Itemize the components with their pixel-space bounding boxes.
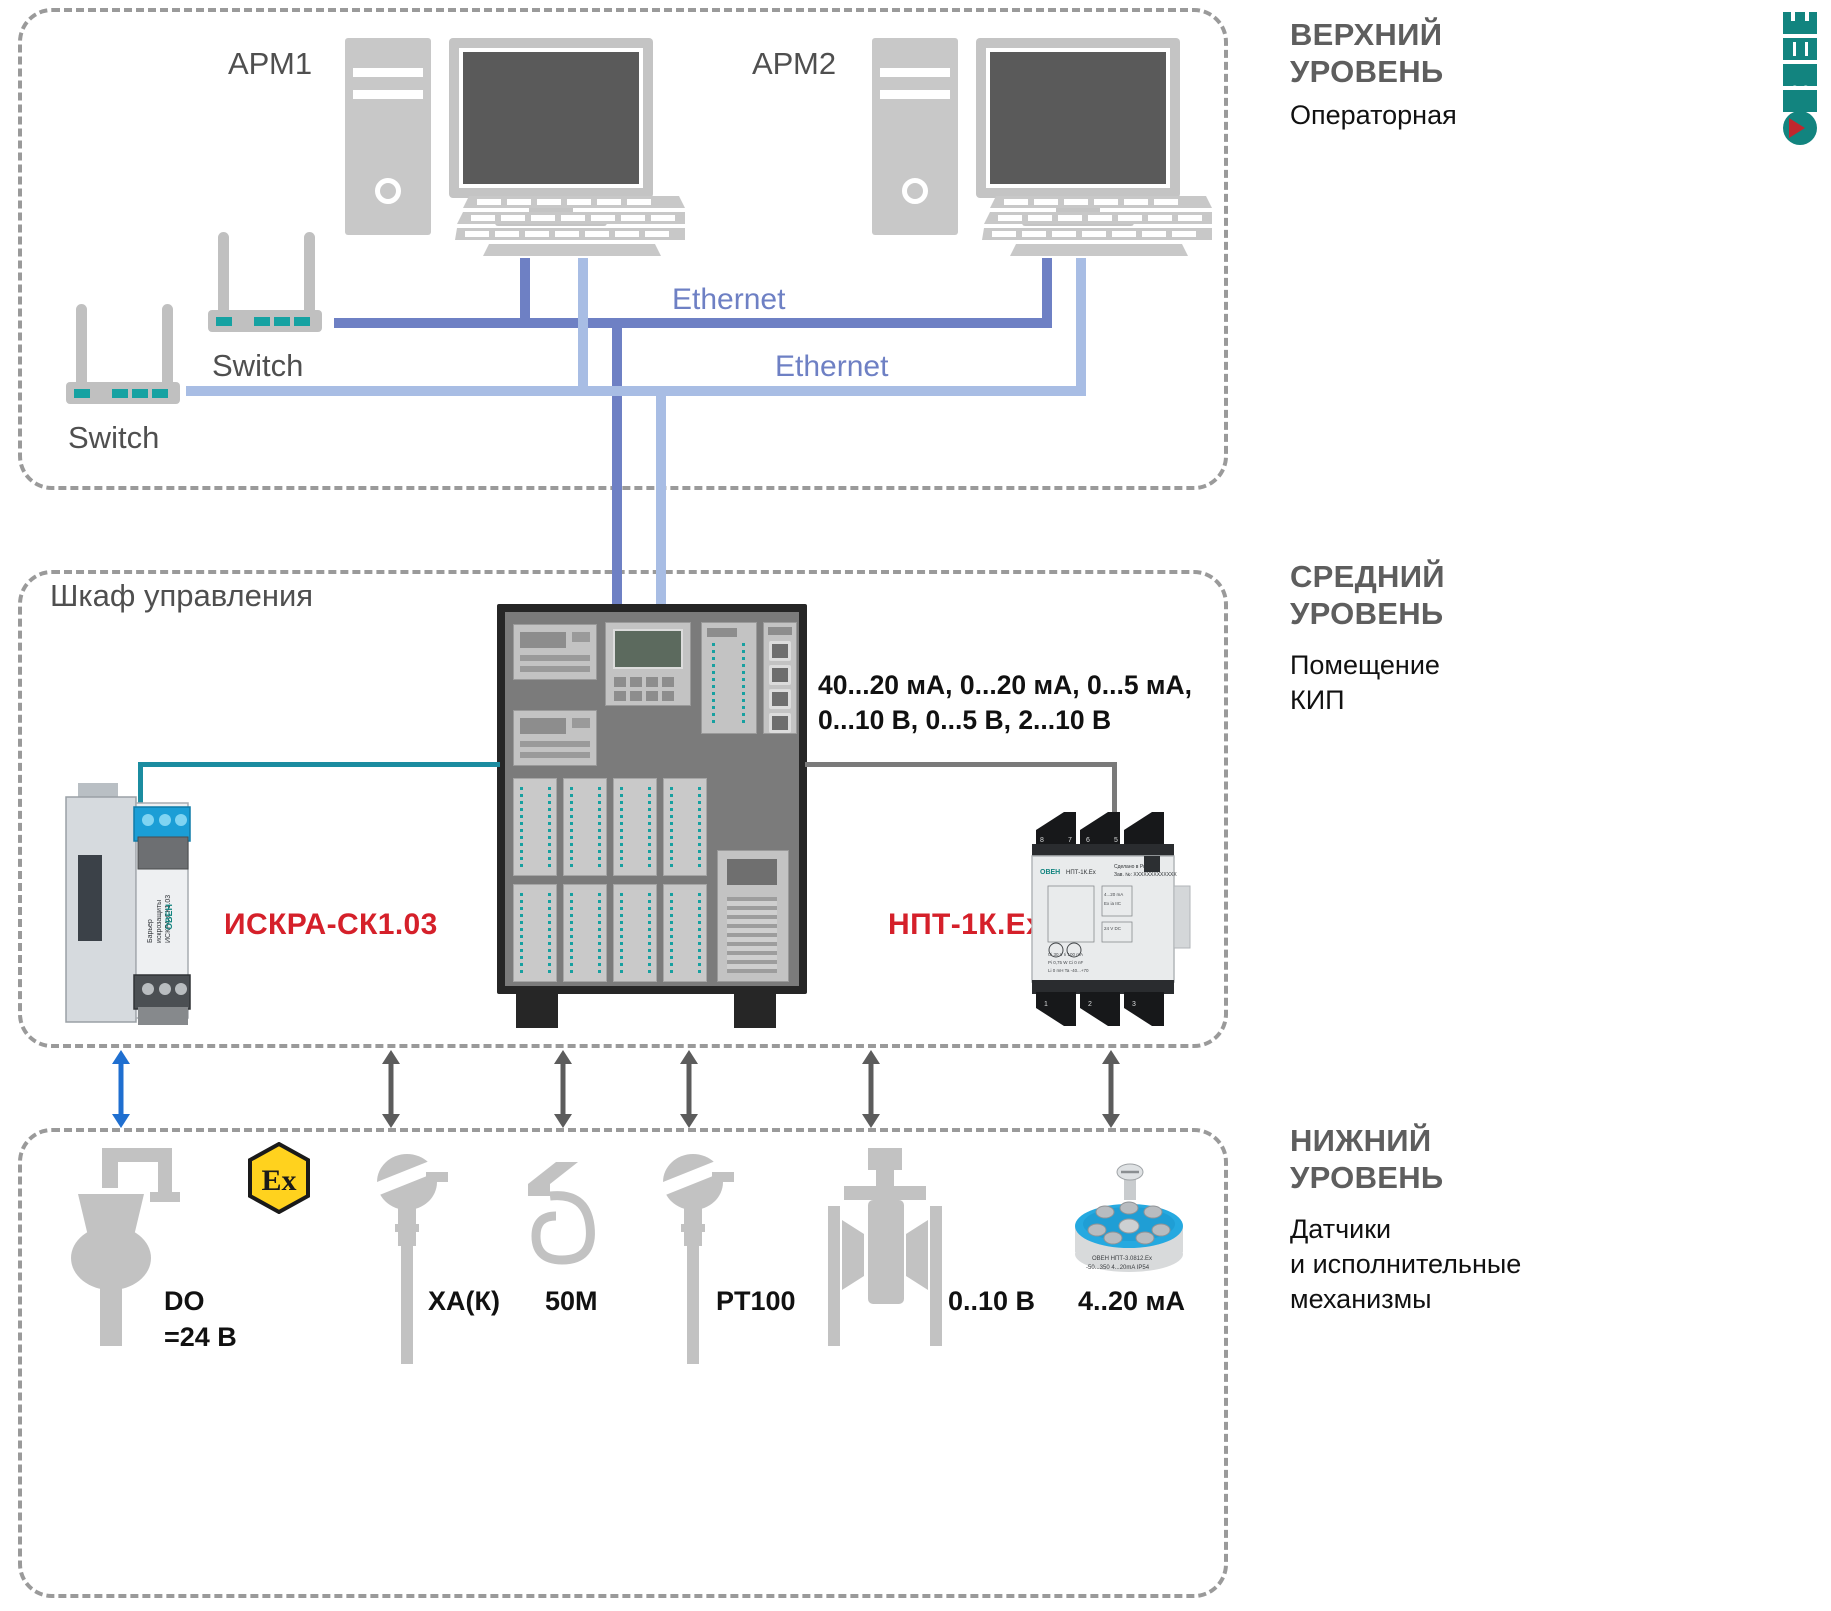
xak-label: ХА(К) — [428, 1286, 500, 1316]
keyboard-1-icon — [455, 196, 685, 256]
io-module — [613, 884, 657, 982]
pt100-label: PT100 — [716, 1286, 796, 1316]
coil-sensor-icon — [528, 1162, 595, 1265]
svg-text:8: 8 — [1040, 837, 1044, 844]
middle-level-subtitle-1: Помещение — [1290, 650, 1440, 680]
ethernet-bus-primary — [334, 318, 1052, 328]
workstation-1-label: АРМ1 — [228, 46, 313, 81]
svg-text:Pi 0,75 W Ci 0 nF: Pi 0,75 W Ci 0 nF — [1048, 960, 1084, 965]
cabinet-foot-left — [516, 994, 558, 1028]
middle-level-title-line1: СРЕДНИЙ — [1290, 559, 1445, 594]
pc-tower-icon — [872, 38, 958, 235]
workstation-2-label: АРМ2 — [752, 46, 837, 81]
ethernet-cable-pc2-down — [1042, 258, 1052, 324]
iskra-barrier-module: Барьер искрозащиты ИСКРА-СК1.03 ОВЕН — [65, 783, 191, 1025]
bottom-level-title-line2: УРОВЕНЬ — [1290, 1160, 1444, 1195]
ethernet-label-2: Ethernet — [775, 350, 889, 383]
ethernet-drop-to-cabinet-secondary — [656, 386, 666, 618]
cabinet-foot-right — [734, 994, 776, 1028]
control-cabinet-caption: Шкаф управления — [50, 578, 314, 613]
do-label-line1: DO — [164, 1286, 205, 1316]
npt-1k-ex-transmitter: ОВЕН НПТ-1К.Ех Сделано в России Зав. №: … — [1031, 812, 1191, 1026]
top-level-title-line2: УРОВЕНЬ — [1290, 54, 1444, 89]
head-transmitter-label: 4..20 мА — [1078, 1286, 1186, 1316]
bottom-level-subtitle-1: Датчики — [1290, 1214, 1392, 1244]
plc-rack — [701, 622, 757, 734]
barrier-to-cabinet-line-h — [138, 762, 500, 767]
svg-text:ОВЕН НПТ-3.0812.Ex: ОВЕН НПТ-3.0812.Ex — [1092, 1256, 1152, 1262]
50m-label: 50М — [545, 1286, 598, 1316]
link-arrow-xak — [382, 1050, 400, 1128]
valve-label: 0..10 В — [948, 1286, 1036, 1316]
hmi-panel-1 — [513, 624, 597, 680]
barrier-model-label: ИСКРА-СК1.03 — [224, 908, 438, 941]
bottom-level-subtitle-3: механизмы — [1290, 1284, 1432, 1314]
svg-text:Ex ia IIC: Ex ia IIC — [1104, 901, 1122, 906]
svg-text:5: 5 — [1114, 837, 1118, 844]
monitor-icon — [976, 38, 1180, 198]
ethernet-label-1: Ethernet — [672, 283, 786, 316]
ethernet-drop-to-cabinet-primary — [612, 318, 622, 618]
signal-ranges-line1: 40...20 мА, 0...20 мА, 0...5 мА, — [818, 670, 1193, 700]
top-level-title-line1: ВЕРХНИЙ — [1290, 17, 1443, 52]
bottom-level-subtitle-2: и исполнительные — [1290, 1249, 1522, 1279]
ethernet-cable-pc1-down — [520, 258, 530, 324]
control-valve-icon — [828, 1148, 942, 1346]
svg-text:2: 2 — [1088, 1001, 1092, 1008]
hmi-panel-2 — [513, 710, 597, 766]
io-module — [663, 884, 707, 982]
monitor-icon — [449, 38, 653, 198]
svg-text:24 V DC: 24 V DC — [1104, 926, 1122, 931]
io-module — [613, 778, 657, 876]
power-supply-unit — [717, 850, 789, 982]
ethernet-cable-pc1-down-secondary — [578, 258, 588, 388]
svg-text:3: 3 — [1132, 1001, 1136, 1008]
do-label-line2: =24 В — [164, 1322, 237, 1352]
io-module — [513, 778, 557, 876]
link-arrow-do — [112, 1050, 130, 1128]
head-transmitter-icon: ОВЕН НПТ-3.0812.Ex -50...350 4...20mA IP… — [1075, 1163, 1183, 1272]
top-level-subtitle: Операторная — [1290, 100, 1457, 130]
svg-text:Барьер: Барьер — [147, 919, 154, 943]
bottom-level-title-line1: НИЖНИЙ — [1290, 1123, 1432, 1158]
svg-text:ОВЕН: ОВЕН — [1040, 869, 1060, 876]
svg-text:4...20 mA: 4...20 mA — [1104, 892, 1123, 897]
atex-ex-text: Εx — [261, 1164, 296, 1197]
link-arrow-head-transmitter — [1102, 1050, 1120, 1128]
io-module — [563, 778, 607, 876]
link-arrow-50m — [554, 1050, 572, 1128]
svg-text:-50...350 4...20mA IP54: -50...350 4...20mA IP54 — [1086, 1265, 1150, 1271]
svg-text:ОВЕН: ОВЕН — [164, 904, 174, 930]
switch-1-label: Switch — [68, 420, 160, 455]
rtd-sensor-icon — [663, 1154, 734, 1364]
network-port-block — [763, 622, 797, 734]
signal-ranges-line2: 0...10 В, 0...5 В, 2...10 В — [818, 705, 1112, 735]
io-module — [563, 884, 607, 982]
middle-level-title-line2: УРОВЕНЬ — [1290, 596, 1444, 631]
svg-text:1: 1 — [1044, 1001, 1048, 1008]
control-cabinet — [497, 604, 807, 994]
svg-text:Зав. №: XXXXXXXXXXXXX: Зав. №: XXXXXXXXXXXXX — [1114, 872, 1177, 878]
graphic-operator-panel — [605, 622, 691, 706]
svg-text:Li 0 mH Ta -40...+70: Li 0 mH Ta -40...+70 — [1048, 968, 1089, 973]
ethernet-bus-secondary — [186, 386, 1086, 396]
cabinet-to-transmitter-line-h — [805, 762, 1117, 767]
link-arrow-valve — [862, 1050, 880, 1128]
atex-ex-marking-icon: Εx — [248, 1142, 310, 1214]
switch-2-label: Switch — [212, 348, 304, 383]
owen-brand-logo — [1783, 12, 1817, 145]
io-module — [663, 778, 707, 876]
thermocouple-icon — [377, 1154, 448, 1364]
ethernet-cable-pc2-down-secondary — [1076, 258, 1086, 388]
svg-text:7: 7 — [1068, 837, 1072, 844]
pc-tower-icon — [345, 38, 431, 235]
keyboard-2-icon — [982, 196, 1212, 256]
io-module — [513, 884, 557, 982]
svg-text:НПТ-1К.Ех: НПТ-1К.Ех — [1066, 870, 1096, 876]
middle-level-subtitle-2: КИП — [1290, 685, 1345, 715]
svg-text:6: 6 — [1086, 837, 1090, 844]
link-arrow-pt100 — [680, 1050, 698, 1128]
svg-text:искрозащиты: искрозащиты — [156, 900, 163, 943]
